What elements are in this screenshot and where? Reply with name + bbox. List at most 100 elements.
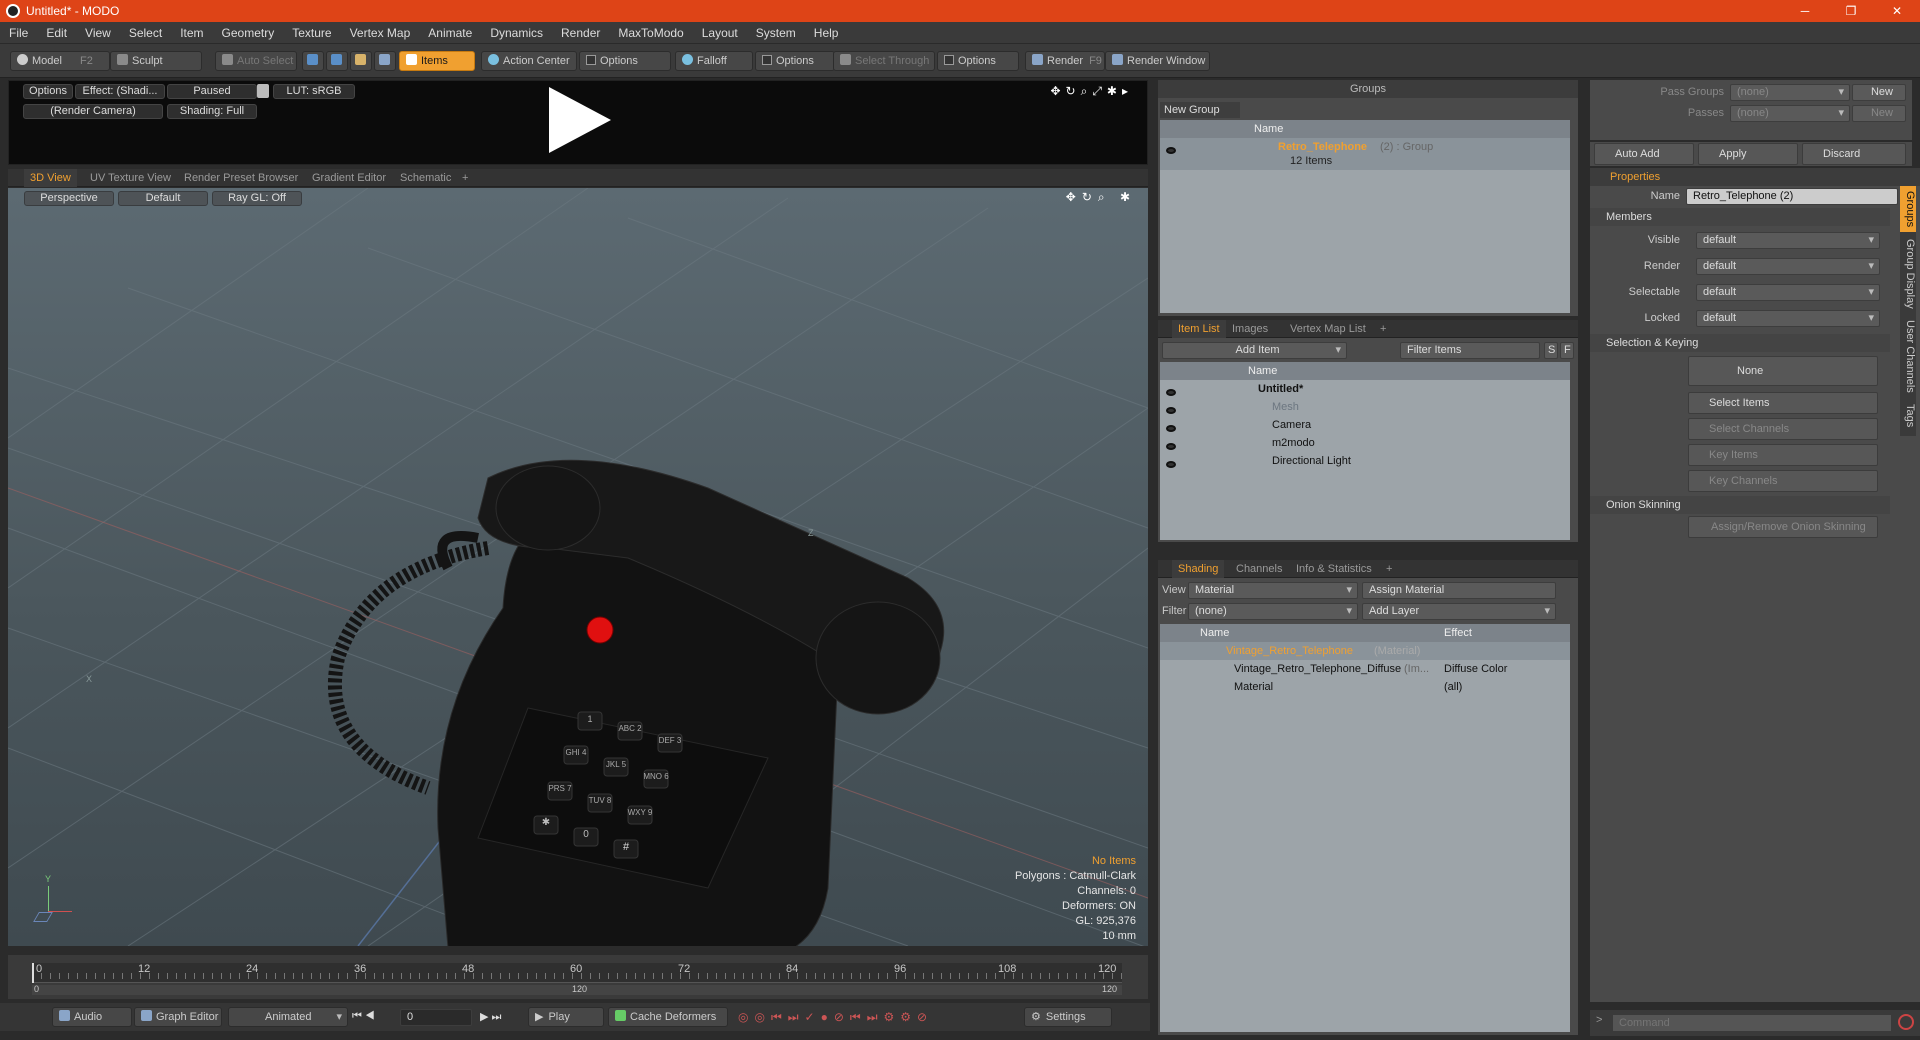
menu-item[interactable]: Item [171, 26, 212, 40]
render-button[interactable]: Render F9 [1025, 51, 1105, 71]
audio-button[interactable]: Audio [52, 1007, 132, 1027]
shader-row-diffuse-image[interactable]: Vintage_Retro_Telephone_Diffuse (Im... Dif… [1160, 660, 1570, 678]
add-tab-button[interactable]: + [1374, 320, 1392, 338]
auto-add-button[interactable]: Auto Add [1594, 143, 1694, 165]
3d-viewport[interactable]: 1 ABC 2 DEF 3 GHI 4 JKL 5 MNO 6 PRS 7 TU… [8, 188, 1148, 946]
pass-groups-new-button[interactable]: New [1852, 84, 1906, 101]
command-history-icon[interactable] [1898, 1014, 1914, 1030]
skip-next-buttons[interactable]: ▶⏭ [480, 1010, 504, 1024]
menu-layout[interactable]: Layout [693, 26, 747, 40]
viewport-nav-icons[interactable]: ✥↻⌕ ✱ [1066, 190, 1136, 205]
preview-paused-button[interactable]: Paused [167, 84, 257, 99]
item-row-untitled[interactable]: Untitled* [1160, 380, 1570, 398]
side-tab-group-display[interactable]: Group Display [1900, 236, 1916, 312]
menu-edit[interactable]: Edit [37, 26, 76, 40]
onion-skinning-section-header[interactable]: Onion Skinning [1590, 496, 1890, 514]
timeline[interactable]: 0 12 24 36 48 60 72 84 96 108 120 0 120 … [8, 955, 1148, 999]
passes-dropdown[interactable]: (none) [1730, 105, 1850, 122]
render-dropdown[interactable]: default [1696, 258, 1880, 275]
locked-dropdown[interactable]: default [1696, 310, 1880, 327]
falloff-button[interactable]: Falloff [675, 51, 753, 71]
filter-s-button[interactable]: S [1544, 342, 1558, 359]
item-row-directional-light[interactable]: Directional Light [1160, 452, 1570, 470]
tab-schematic[interactable]: Schematic [394, 169, 457, 187]
tab-render-preset-browser[interactable]: Render Preset Browser [178, 169, 304, 187]
play-icon[interactable] [549, 87, 611, 153]
visible-dropdown[interactable]: default [1696, 232, 1880, 249]
current-frame-input[interactable]: 0 [400, 1009, 472, 1026]
eye-icon[interactable] [1166, 456, 1176, 474]
passes-new-button[interactable]: New [1852, 105, 1906, 122]
tab-channels[interactable]: Channels [1230, 560, 1288, 578]
play-button[interactable]: ▶ Play [528, 1007, 604, 1027]
menu-render[interactable]: Render [552, 26, 609, 40]
materials-mode-button[interactable] [374, 51, 396, 71]
menu-geometry[interactable]: Geometry [213, 26, 284, 40]
selectable-dropdown[interactable]: default [1696, 284, 1880, 301]
side-tab-user-channels[interactable]: User Channels [1900, 316, 1916, 396]
menu-dynamics[interactable]: Dynamics [481, 26, 552, 40]
menu-select[interactable]: Select [120, 26, 171, 40]
tab-shading[interactable]: Shading [1172, 560, 1225, 578]
settings-button[interactable]: ⚙ Settings [1024, 1007, 1112, 1027]
select-through-options-button[interactable]: Options [937, 51, 1019, 71]
key-tools-icons[interactable]: ◎◎⏮⏭✓●⊘⏮⏭⚙⚙⊘ [738, 1010, 933, 1025]
item-row-mesh[interactable]: Mesh [1160, 398, 1570, 416]
preview-shading-dropdown[interactable]: Shading: Full [167, 104, 257, 119]
tab-gradient-editor[interactable]: Gradient Editor [306, 169, 392, 187]
tab-images[interactable]: Images [1226, 320, 1274, 338]
model-mode-button[interactable]: Model F2 [10, 51, 110, 71]
shader-row-material-group[interactable]: Vintage_Retro_Telephone (Material) [1160, 642, 1570, 660]
preview-nav-icons[interactable]: ✥↻⌕⤢✱▸ [1050, 84, 1133, 99]
timeline-ruler[interactable]: 0 12 24 36 48 60 72 84 96 108 120 [32, 963, 1122, 983]
animated-dropdown[interactable]: Animated [228, 1007, 348, 1027]
minimize-button[interactable]: ─ [1782, 0, 1828, 22]
view-dropdown[interactable]: Material [1188, 582, 1358, 599]
preview-effect-dropdown[interactable]: Effect: (Shadi... [75, 84, 165, 99]
action-center-options-button[interactable]: Options [579, 51, 671, 71]
raygl-toggle[interactable]: Ray GL: Off [212, 191, 302, 206]
add-item-dropdown[interactable]: Add Item [1162, 342, 1347, 359]
action-center-button[interactable]: Action Center [481, 51, 577, 71]
menu-maxtomodo[interactable]: MaxToModo [609, 26, 692, 40]
pass-groups-dropdown[interactable]: (none) [1730, 84, 1850, 101]
tab-properties[interactable]: Properties [1604, 168, 1667, 186]
menu-vertex-map[interactable]: Vertex Map [341, 26, 420, 40]
filter-items-input[interactable]: Filter Items [1400, 342, 1540, 359]
cache-deformers-button[interactable]: Cache Deformers [608, 1007, 728, 1027]
edges-mode-button[interactable] [326, 51, 348, 71]
tab-info-statistics[interactable]: Info & Statistics [1290, 560, 1378, 578]
assign-onion-button[interactable]: Assign/Remove Onion Skinning [1688, 516, 1878, 538]
falloff-options-button[interactable]: Options [755, 51, 835, 71]
members-section-header[interactable]: Members [1590, 208, 1890, 226]
graph-editor-button[interactable]: Graph Editor [134, 1007, 222, 1027]
side-tab-tags[interactable]: Tags [1900, 400, 1916, 432]
default-style-dropdown[interactable]: Default [118, 191, 208, 206]
new-group-button[interactable]: New Group [1160, 102, 1240, 118]
menu-texture[interactable]: Texture [283, 26, 340, 40]
perspective-dropdown[interactable]: Perspective [24, 191, 114, 206]
select-through-button[interactable]: Select Through [833, 51, 935, 71]
assign-material-button[interactable]: Assign Material [1362, 582, 1556, 599]
menu-system[interactable]: System [747, 26, 805, 40]
filter-dropdown[interactable]: (none) [1188, 603, 1358, 620]
selection-keying-section-header[interactable]: Selection & Keying [1590, 334, 1890, 352]
maximize-button[interactable]: ❐ [1828, 0, 1874, 22]
command-input[interactable] [1612, 1014, 1892, 1032]
menu-file[interactable]: File [0, 26, 37, 40]
add-tab-button[interactable]: + [456, 169, 474, 187]
eye-icon[interactable] [1166, 142, 1176, 160]
tab-uv-texture-view[interactable]: UV Texture View [84, 169, 177, 187]
skip-prev-buttons[interactable]: ⏮◀ [352, 1010, 378, 1023]
playhead[interactable] [32, 963, 34, 983]
render-window-button[interactable]: Render Window [1105, 51, 1210, 71]
menu-view[interactable]: View [76, 26, 120, 40]
sculpt-mode-button[interactable]: Sculpt [110, 51, 202, 71]
menu-animate[interactable]: Animate [419, 26, 481, 40]
tab-3d-view[interactable]: 3D View [24, 169, 77, 187]
item-row-camera[interactable]: Camera [1160, 416, 1570, 434]
auto-select-button[interactable]: Auto Select [215, 51, 297, 71]
polygons-mode-button[interactable] [350, 51, 372, 71]
preview-camera-dropdown[interactable]: (Render Camera) [23, 104, 163, 119]
preview-lut-dropdown[interactable]: LUT: sRGB [273, 84, 355, 99]
